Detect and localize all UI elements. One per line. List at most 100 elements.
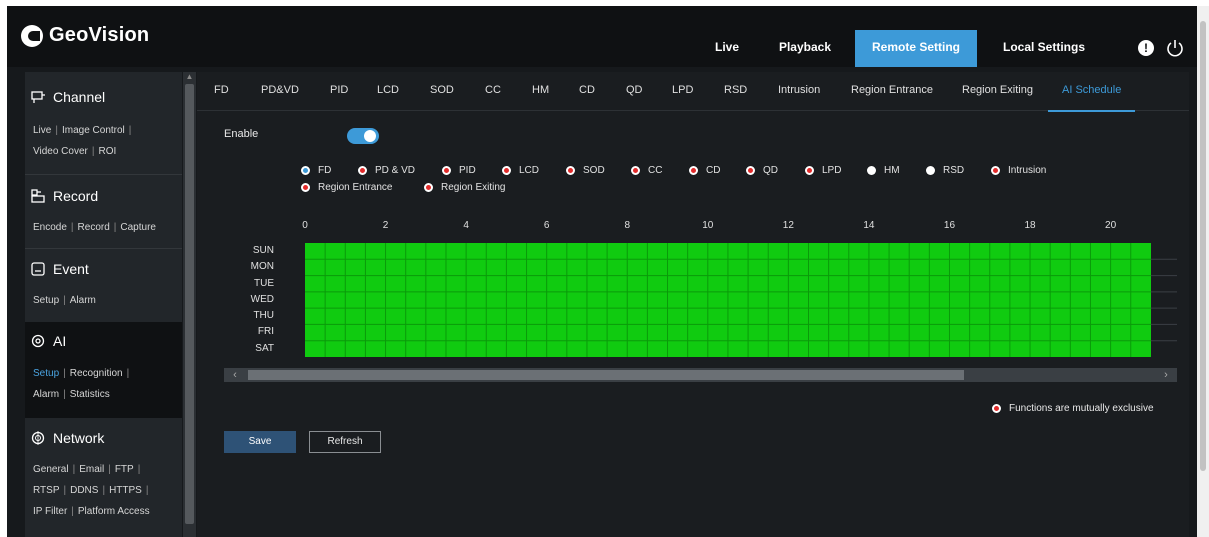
hour-tick: 8 bbox=[624, 220, 631, 231]
legend-item-intrusion[interactable]: Intrusion bbox=[991, 165, 1046, 176]
link-video-cover[interactable]: Video Cover bbox=[33, 146, 88, 157]
legend-label: CC bbox=[648, 165, 663, 176]
legend-item-fd[interactable]: FD bbox=[301, 165, 331, 176]
day-label-sun: SUN bbox=[252, 245, 274, 256]
day-label-mon: MON bbox=[250, 261, 274, 273]
legend-label: HM bbox=[884, 165, 900, 176]
legend-item-cd[interactable]: CD bbox=[689, 165, 720, 176]
window-scrollbar[interactable] bbox=[1197, 6, 1209, 537]
legend-item-lpd[interactable]: LPD bbox=[805, 165, 841, 176]
sidebar-scrollbar[interactable]: ▲ bbox=[183, 72, 196, 537]
nav-live[interactable]: Live bbox=[700, 30, 754, 67]
legend-item-region-exiting[interactable]: Region Exiting bbox=[424, 182, 505, 193]
legend-item-hm[interactable]: HM bbox=[867, 165, 900, 176]
legend-item-sod[interactable]: SOD bbox=[566, 165, 605, 176]
link-platform-access[interactable]: Platform Access bbox=[78, 506, 150, 517]
link-ip-filter[interactable]: IP Filter bbox=[33, 506, 67, 517]
link-live[interactable]: Live bbox=[33, 125, 51, 136]
link-statistics[interactable]: Statistics bbox=[70, 389, 110, 400]
sidebar-links-channel: Live | Image Control | Video Cover | ROI bbox=[33, 125, 132, 157]
tab-pid[interactable]: PID bbox=[330, 72, 348, 110]
legend-item-region-entrance[interactable]: Region Entrance bbox=[301, 182, 393, 193]
schedule-scrollbar[interactable]: ‹ › bbox=[224, 368, 1177, 382]
link-email[interactable]: Email bbox=[79, 464, 104, 475]
info-icon[interactable]: ! bbox=[1138, 40, 1154, 56]
hour-tick: 20 bbox=[1105, 220, 1117, 231]
tab-pd-vd[interactable]: PD&VD bbox=[261, 72, 299, 110]
tab-cc[interactable]: CC bbox=[485, 72, 501, 110]
main-panel: FD PD&VD PID LCD SOD CC HM CD QD LPD RSD Intrusion R… bbox=[197, 72, 1189, 537]
exclusive-dot-icon bbox=[992, 404, 1001, 413]
sidebar-section-event: Event Setup | Alarm bbox=[25, 249, 182, 322]
sidebar-section-record: Record Encode | Record | Capture bbox=[25, 175, 182, 248]
link-alarm[interactable]: Alarm bbox=[70, 295, 96, 306]
legend-label: Intrusion bbox=[1008, 165, 1047, 176]
status-dot-icon bbox=[442, 166, 451, 175]
link-general[interactable]: General bbox=[33, 464, 69, 475]
tab-intrusion[interactable]: Intrusion bbox=[778, 72, 820, 110]
nav-playback[interactable]: Playback bbox=[767, 30, 843, 67]
legend-item-cc[interactable]: CC bbox=[631, 165, 662, 176]
tab-lcd[interactable]: LCD bbox=[377, 72, 399, 110]
link-https[interactable]: HTTPS bbox=[109, 485, 142, 496]
legend-label: LPD bbox=[822, 165, 842, 176]
tab-region-entrance[interactable]: Region Entrance bbox=[851, 72, 933, 110]
save-button[interactable]: Save bbox=[224, 431, 296, 453]
sidebar-item-event[interactable]: Event bbox=[31, 261, 89, 277]
legend-item-pid[interactable]: PID bbox=[442, 165, 476, 176]
link-record[interactable]: Record bbox=[78, 222, 110, 233]
tab-lpd[interactable]: LPD bbox=[672, 72, 693, 110]
logo-mark-icon bbox=[21, 24, 43, 47]
legend-item-rsd[interactable]: RSD bbox=[926, 165, 964, 176]
nav-remote-setting[interactable]: Remote Setting bbox=[855, 30, 977, 67]
link-ai-alarm[interactable]: Alarm bbox=[33, 389, 59, 400]
sidebar-section-ai: AI Setup | Recognition | Alarm | Statistics bbox=[25, 322, 182, 418]
scroll-right-icon[interactable]: › bbox=[1159, 368, 1173, 382]
nav-local-settings[interactable]: Local Settings bbox=[985, 30, 1103, 67]
enable-toggle[interactable] bbox=[347, 128, 379, 144]
tab-fd[interactable]: FD bbox=[214, 72, 229, 110]
brand-name: GeoVision bbox=[49, 24, 150, 46]
scroll-thumb[interactable] bbox=[248, 370, 964, 380]
tab-cd[interactable]: CD bbox=[579, 72, 595, 110]
legend-item-lcd[interactable]: LCD bbox=[502, 165, 539, 176]
link-setup[interactable]: Setup bbox=[33, 295, 59, 306]
legend-label: PD & VD bbox=[375, 165, 416, 176]
sidebar-item-network[interactable]: Network bbox=[31, 430, 104, 446]
legend-item-qd[interactable]: QD bbox=[746, 165, 778, 176]
link-ftp[interactable]: FTP bbox=[115, 464, 134, 475]
scroll-left-icon[interactable]: ‹ bbox=[228, 368, 242, 382]
link-capture[interactable]: Capture bbox=[120, 222, 156, 233]
sidebar-links-record: Encode | Record | Capture bbox=[33, 222, 156, 233]
sidebar-item-label: AI bbox=[53, 333, 67, 349]
sidebar-links-network: General | Email | FTP | RTSP | DDNS | HTTPS | IP F… bbox=[33, 464, 150, 517]
power-icon[interactable] bbox=[1165, 38, 1185, 58]
schedule-grid-overflow[interactable] bbox=[1151, 243, 1177, 357]
legend-label: PID bbox=[459, 165, 476, 176]
tab-hm[interactable]: HM bbox=[532, 72, 549, 110]
hour-tick: 0 bbox=[302, 220, 308, 231]
app-window: GeoVision Live Playback Remote Setting L… bbox=[7, 6, 1197, 537]
sidebar-item-record[interactable]: Record bbox=[31, 188, 98, 204]
link-ddns[interactable]: DDNS bbox=[70, 485, 98, 496]
hour-tick: 10 bbox=[702, 220, 714, 231]
legend-item-pd-vd[interactable]: PD & VD bbox=[358, 165, 415, 176]
ai-icon bbox=[31, 334, 45, 348]
link-roi[interactable]: ROI bbox=[98, 146, 116, 157]
link-recognition[interactable]: Recognition bbox=[70, 368, 123, 379]
tab-rsd[interactable]: RSD bbox=[724, 72, 747, 110]
schedule-grid[interactable] bbox=[305, 243, 1151, 357]
tab-sod[interactable]: SOD bbox=[430, 72, 454, 110]
geovision-logo: GeoVision bbox=[21, 24, 149, 47]
tab-qd[interactable]: QD bbox=[626, 72, 643, 110]
link-image-control[interactable]: Image Control bbox=[62, 125, 125, 136]
tab-ai-schedule[interactable]: AI Schedule bbox=[1048, 72, 1136, 112]
sidebar-item-ai[interactable]: AI bbox=[31, 333, 66, 349]
link-ai-setup[interactable]: Setup bbox=[33, 368, 59, 379]
day-label-tue: TUE bbox=[254, 277, 274, 289]
link-rtsp[interactable]: RTSP bbox=[33, 485, 60, 496]
refresh-button[interactable]: Refresh bbox=[309, 431, 381, 453]
link-encode[interactable]: Encode bbox=[33, 222, 67, 233]
sidebar-item-channel[interactable]: Channel bbox=[31, 89, 105, 105]
tab-region-exiting[interactable]: Region Exiting bbox=[962, 72, 1033, 110]
